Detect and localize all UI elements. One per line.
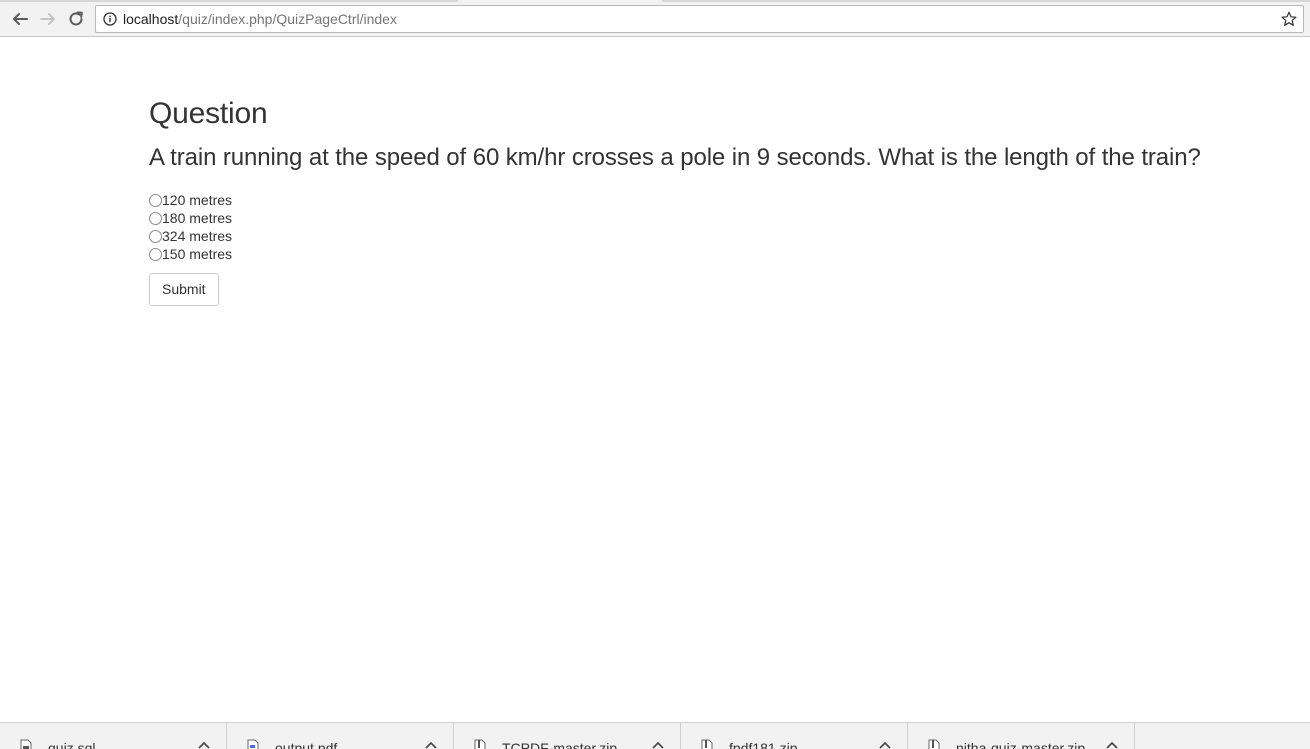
tab-strip-edge [662,0,1310,2]
chevron-up-icon[interactable] [879,741,891,749]
answer-label: 120 metres [162,192,233,208]
download-item[interactable]: output.pdf [227,723,454,749]
downloads-shelf: quiz.sql output.pdf TCPDF-master.zip fpd… [0,722,1310,749]
reload-icon [69,11,83,26]
chevron-up-icon[interactable] [1106,741,1118,749]
zip-file-icon [928,739,940,749]
forward-arrow-icon [40,13,55,25]
url-text[interactable]: localhost/quiz/index.php/QuizPageCtrl/in… [123,11,397,27]
zip-file-icon [474,739,486,749]
radio-button[interactable] [149,211,162,225]
download-filename: quiz.sql [48,740,96,749]
download-filename: TCPDF-master.zip [502,740,618,749]
answer-option[interactable]: 150 metres [149,245,1269,263]
back-arrow-icon [13,13,28,25]
bookmark-star-icon[interactable] [1281,11,1297,27]
pdf-file-icon [247,739,259,749]
answer-label: 180 metres [162,210,233,226]
radio-button[interactable] [149,193,162,207]
back-button[interactable] [9,8,31,30]
download-item[interactable]: quiz.sql [0,723,227,749]
zip-file-icon [701,739,713,749]
answer-label: 324 metres [162,228,233,244]
chevron-up-icon[interactable] [425,741,437,749]
reload-button[interactable] [65,8,87,30]
answer-option[interactable]: 120 metres [149,191,1269,209]
file-icon [20,739,32,749]
download-filename: nitha-quiz-master.zip [956,740,1086,749]
download-filename: output.pdf [275,740,338,749]
info-icon[interactable] [103,12,117,26]
question-text: A train running at the speed of 60 km/hr… [149,144,1201,171]
url-host: localhost [123,11,179,27]
answer-options: 120 metres 180 metres 324 metres 150 met… [149,191,1269,263]
quiz-container: Question A train running at the speed of… [149,95,1269,306]
url-path: /quiz/index.php/QuizPageCtrl/index [178,11,397,27]
answer-option[interactable]: 180 metres [149,209,1269,227]
answer-label: 150 metres [162,246,233,262]
tab-strip-edge [0,0,458,2]
chevron-up-icon[interactable] [198,741,210,749]
page-title: Question [149,97,268,130]
download-filename: fpdf181.zip [729,740,798,749]
submit-button[interactable]: Submit [149,273,219,306]
forward-button[interactable] [37,8,59,30]
download-item[interactable]: nitha-quiz-master.zip [908,723,1135,749]
download-item[interactable]: fpdf181.zip [681,723,908,749]
radio-button[interactable] [149,229,162,243]
browser-window: localhost/quiz/index.php/QuizPageCtrl/in… [0,0,1310,749]
answer-option[interactable]: 324 metres [149,227,1269,245]
download-item[interactable]: TCPDF-master.zip [454,723,681,749]
browser-toolbar: localhost/quiz/index.php/QuizPageCtrl/in… [0,0,1310,37]
radio-button[interactable] [149,247,162,261]
chevron-up-icon[interactable] [652,741,664,749]
address-bar[interactable]: localhost/quiz/index.php/QuizPageCtrl/in… [95,5,1304,33]
